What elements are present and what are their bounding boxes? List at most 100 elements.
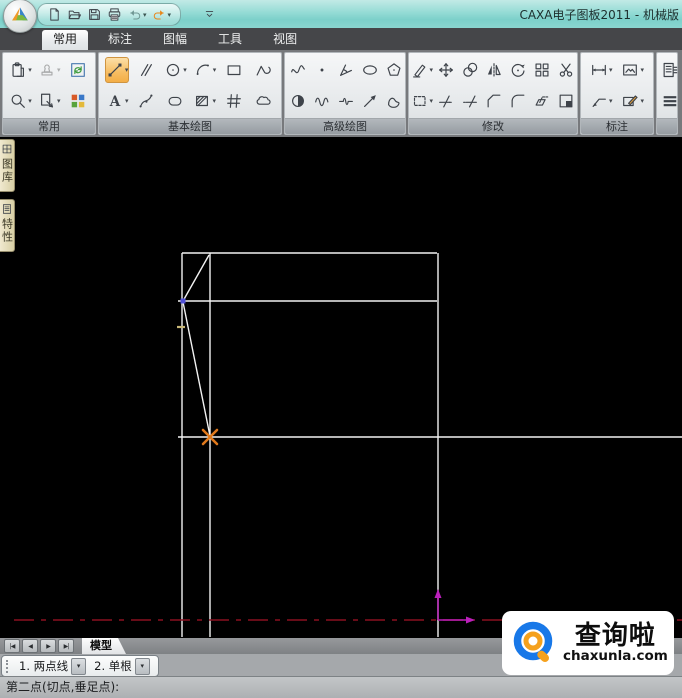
side-tab-properties[interactable]: 特性 <box>0 199 15 252</box>
delete-button[interactable]: ▾ <box>410 57 434 83</box>
side-tab-library[interactable]: 图库 <box>0 139 15 192</box>
ribbon-group-common: ▾ ▾ ▾ ▾ 常用 <box>2 52 96 135</box>
trim-button[interactable] <box>434 88 458 114</box>
fillet-button[interactable] <box>506 88 530 114</box>
point-button[interactable] <box>310 57 334 83</box>
curve-button[interactable] <box>286 57 310 83</box>
dim-linear-button[interactable]: ▾ <box>589 57 614 83</box>
zoom-button[interactable]: ▾ <box>8 88 33 114</box>
open-file-button[interactable] <box>66 6 83 24</box>
stretch-dropdown-caret[interactable]: ▾ <box>429 97 433 105</box>
arc-button[interactable]: ▾ <box>193 57 218 83</box>
undo-dropdown-caret[interactable]: ▾ <box>143 11 147 19</box>
dim-edit-button[interactable]: ▾ <box>620 88 645 114</box>
rounded-rect-button[interactable] <box>163 88 187 114</box>
arrow-button[interactable] <box>358 88 382 114</box>
option-label: 1. 两点线 <box>19 659 69 673</box>
move-button[interactable] <box>434 57 458 83</box>
contour-button[interactable] <box>382 88 406 114</box>
redo-dropdown-caret[interactable]: ▾ <box>168 11 172 19</box>
polygon-button[interactable] <box>382 57 406 83</box>
stamp-dropdown-caret[interactable]: ▾ <box>57 66 61 74</box>
leader-button[interactable]: ▾ <box>589 88 614 114</box>
leader-dropdown-caret[interactable]: ▾ <box>609 97 613 105</box>
corner-button[interactable] <box>554 88 578 114</box>
sheet-nav-first-button[interactable]: |◀ <box>4 639 20 653</box>
rectangle-button[interactable] <box>222 57 246 83</box>
circle-dropdown-caret[interactable]: ▾ <box>183 66 187 74</box>
delete-dropdown-caret[interactable]: ▾ <box>429 66 433 74</box>
section-button[interactable] <box>286 88 310 114</box>
polyline-button[interactable] <box>251 57 275 83</box>
sheet-nav-prev-button[interactable]: ◀ <box>22 639 38 653</box>
chevron-down-icon[interactable]: ▾ <box>134 657 150 675</box>
linewidth-button[interactable] <box>658 88 682 114</box>
text-button[interactable]: A ▾ <box>105 88 130 114</box>
text-dropdown-caret[interactable]: ▾ <box>125 97 129 105</box>
line-dropdown-caret[interactable]: ▾ <box>125 66 129 74</box>
drawing-canvas[interactable]: 图库 特性 <box>0 137 682 638</box>
print-button[interactable] <box>106 6 123 24</box>
undo-icon <box>130 10 141 20</box>
new-file-button[interactable] <box>46 6 63 24</box>
pan-doc-dropdown-caret[interactable]: ▾ <box>57 97 61 105</box>
palette-button[interactable] <box>66 88 90 114</box>
undo-button[interactable]: ▾ <box>126 6 148 24</box>
linewidth-icon <box>663 96 677 107</box>
copy-button[interactable] <box>458 57 482 83</box>
sheet-nav-next-button[interactable]: ▶ <box>40 639 56 653</box>
tab-sheet[interactable]: 图幅 <box>152 30 198 50</box>
ribbon-row: ▾ <box>409 55 577 85</box>
dim-linear-dropdown-caret[interactable]: ▾ <box>609 66 613 74</box>
status-bar: 第二点(切点,垂足点): <box>0 676 682 698</box>
tab-annotation[interactable]: 标注 <box>97 30 143 50</box>
stamp-button[interactable]: ▾ <box>37 57 62 83</box>
extend-button[interactable] <box>458 88 482 114</box>
chamfer-button[interactable] <box>482 88 506 114</box>
paste-button[interactable]: ▾ <box>8 57 33 83</box>
option-line-count[interactable]: 2. 单根 ▾ <box>94 657 150 675</box>
grid-button[interactable] <box>222 88 246 114</box>
refresh-window-button[interactable] <box>66 57 90 83</box>
sheet-nav-last-button[interactable]: ▶| <box>58 639 74 653</box>
pan-doc-button[interactable]: ▾ <box>37 88 62 114</box>
revcloud-button[interactable] <box>251 88 275 114</box>
ribbon-row: ▾ ▾ <box>3 86 95 116</box>
offset-button[interactable] <box>530 88 554 114</box>
option-line-mode[interactable]: 1. 两点线 ▾ <box>19 657 87 675</box>
quick-access-toolbar: ▾ ▾ <box>37 3 182 26</box>
save-button[interactable] <box>86 6 103 24</box>
chevron-down-icon[interactable]: ▾ <box>71 657 87 675</box>
stretch-button[interactable]: ▾ <box>410 88 434 114</box>
dim-coord-button[interactable]: ▾ <box>620 57 645 83</box>
paste-dropdown-caret[interactable]: ▾ <box>28 66 32 74</box>
mirror-button[interactable] <box>482 57 506 83</box>
redo-button[interactable]: ▾ <box>151 6 173 24</box>
tab-home[interactable]: 常用 <box>42 30 89 50</box>
parallel-button[interactable] <box>134 57 158 83</box>
zoom-dropdown-caret[interactable]: ▾ <box>28 97 32 105</box>
dim-edit-dropdown-caret[interactable]: ▾ <box>640 97 644 105</box>
dim-coord-dropdown-caret[interactable]: ▾ <box>640 66 644 74</box>
sheet-tab-model[interactable]: 模型 <box>82 638 126 654</box>
qat-customize-button[interactable] <box>202 5 216 21</box>
hatch-button[interactable]: ▾ <box>192 88 217 114</box>
array-button[interactable] <box>530 57 554 83</box>
hatch-dropdown-caret[interactable]: ▾ <box>212 97 216 105</box>
circle-button[interactable]: ▾ <box>163 57 188 83</box>
tab-tools[interactable]: 工具 <box>207 30 253 50</box>
app-menu-button[interactable] <box>3 0 37 33</box>
toolbar-grip[interactable] <box>6 659 11 673</box>
line-button[interactable]: ▾ <box>104 56 130 83</box>
hatch-icon <box>196 96 209 107</box>
bisector-button[interactable] <box>334 57 358 83</box>
arc-dropdown-caret[interactable]: ▾ <box>213 66 217 74</box>
ellipse-button[interactable] <box>358 57 382 83</box>
properties-button[interactable] <box>658 57 682 83</box>
breakline-button[interactable] <box>334 88 358 114</box>
spline-button[interactable] <box>134 88 158 114</box>
rotate-button[interactable] <box>506 57 530 83</box>
break-button[interactable] <box>554 57 578 83</box>
tab-view[interactable]: 视图 <box>262 30 308 50</box>
wave-button[interactable] <box>310 88 334 114</box>
